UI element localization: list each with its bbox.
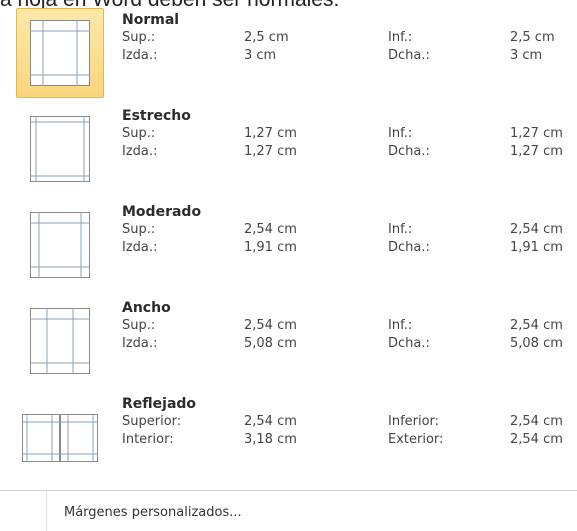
bottom-margin-value: 1,27 cm bbox=[510, 126, 563, 141]
left-margin-label: Izda.: bbox=[122, 336, 158, 351]
left-margin-label: Izda.: bbox=[122, 144, 158, 159]
left-margin-value: 3 cm bbox=[244, 48, 277, 63]
inside-margin-value: 3,18 cm bbox=[244, 432, 297, 447]
preset-name: Moderado bbox=[122, 204, 202, 220]
custom-margins-menu-item[interactable]: Márgenes personalizados... bbox=[0, 491, 577, 531]
left-margin-label: Izda.: bbox=[122, 48, 158, 63]
margins-dropdown-menu: Normal Sup.: 2,5 cm Inf.: 2,5 cm Izda.: … bbox=[0, 8, 577, 531]
margin-preset-moderado[interactable]: Moderado Sup.: 2,54 cm Inf.: 2,54 cm Izd… bbox=[16, 200, 577, 292]
outside-margin-value: 2,54 cm bbox=[510, 432, 563, 447]
top-margin-label: Sup.: bbox=[122, 318, 156, 333]
left-margin-value: 1,91 cm bbox=[244, 240, 297, 255]
top-margin-label: Sup.: bbox=[122, 30, 156, 45]
margin-preset-normal[interactable]: Normal Sup.: 2,5 cm Inf.: 2,5 cm Izda.: … bbox=[16, 8, 577, 100]
top-margin-label: Superior: bbox=[122, 414, 182, 429]
inside-margin-label: Interior: bbox=[122, 432, 174, 447]
icon-column-divider bbox=[46, 491, 47, 531]
page-margins-wide-icon bbox=[30, 308, 90, 374]
right-margin-label: Dcha.: bbox=[388, 336, 430, 351]
bottom-margin-label: Inf.: bbox=[388, 318, 413, 333]
top-margin-value: 2,54 cm bbox=[244, 414, 297, 429]
bottom-margin-label: Inf.: bbox=[388, 222, 413, 237]
top-margin-label: Sup.: bbox=[122, 126, 156, 141]
bottom-margin-label: Inf.: bbox=[388, 126, 413, 141]
left-margin-label: Izda.: bbox=[122, 240, 158, 255]
right-margin-label: Dcha.: bbox=[388, 240, 430, 255]
margin-preset-estrecho[interactable]: Estrecho Sup.: 1,27 cm Inf.: 1,27 cm Izd… bbox=[16, 104, 577, 196]
page-margins-moderate-icon bbox=[30, 212, 90, 278]
right-margin-value: 3 cm bbox=[510, 48, 543, 63]
bottom-margin-value: 2,54 cm bbox=[510, 318, 563, 333]
page-margins-mirrored-icon bbox=[22, 414, 98, 462]
right-margin-value: 1,91 cm bbox=[510, 240, 563, 255]
page-margins-normal-icon bbox=[30, 20, 90, 86]
top-margin-value: 2,54 cm bbox=[244, 318, 297, 333]
preset-name: Normal bbox=[122, 12, 180, 28]
preset-name: Estrecho bbox=[122, 108, 191, 124]
top-margin-label: Sup.: bbox=[122, 222, 156, 237]
custom-margins-label: Márgenes personalizados... bbox=[64, 505, 242, 520]
preset-name: Ancho bbox=[122, 300, 171, 316]
bottom-margin-value: 2,54 cm bbox=[510, 414, 563, 429]
bottom-margin-value: 2,54 cm bbox=[510, 222, 563, 237]
right-margin-label: Dcha.: bbox=[388, 48, 430, 63]
margin-preset-reflejado[interactable]: Reflejado Superior: 2,54 cm Inferior: 2,… bbox=[16, 392, 577, 484]
bottom-margin-value: 2,5 cm bbox=[510, 30, 555, 45]
top-margin-value: 2,5 cm bbox=[244, 30, 289, 45]
top-margin-value: 2,54 cm bbox=[244, 222, 297, 237]
top-margin-value: 1,27 cm bbox=[244, 126, 297, 141]
preset-name: Reflejado bbox=[122, 396, 197, 412]
left-margin-value: 5,08 cm bbox=[244, 336, 297, 351]
margin-preset-ancho[interactable]: Ancho Sup.: 2,54 cm Inf.: 2,54 cm Izda.:… bbox=[16, 296, 577, 388]
outside-margin-label: Exterior: bbox=[388, 432, 444, 447]
right-margin-value: 5,08 cm bbox=[510, 336, 563, 351]
right-margin-value: 1,27 cm bbox=[510, 144, 563, 159]
page-margins-narrow-icon bbox=[30, 116, 90, 182]
bottom-margin-label: Inf.: bbox=[388, 30, 413, 45]
left-margin-value: 1,27 cm bbox=[244, 144, 297, 159]
bottom-margin-label: Inferior: bbox=[388, 414, 440, 429]
right-margin-label: Dcha.: bbox=[388, 144, 430, 159]
